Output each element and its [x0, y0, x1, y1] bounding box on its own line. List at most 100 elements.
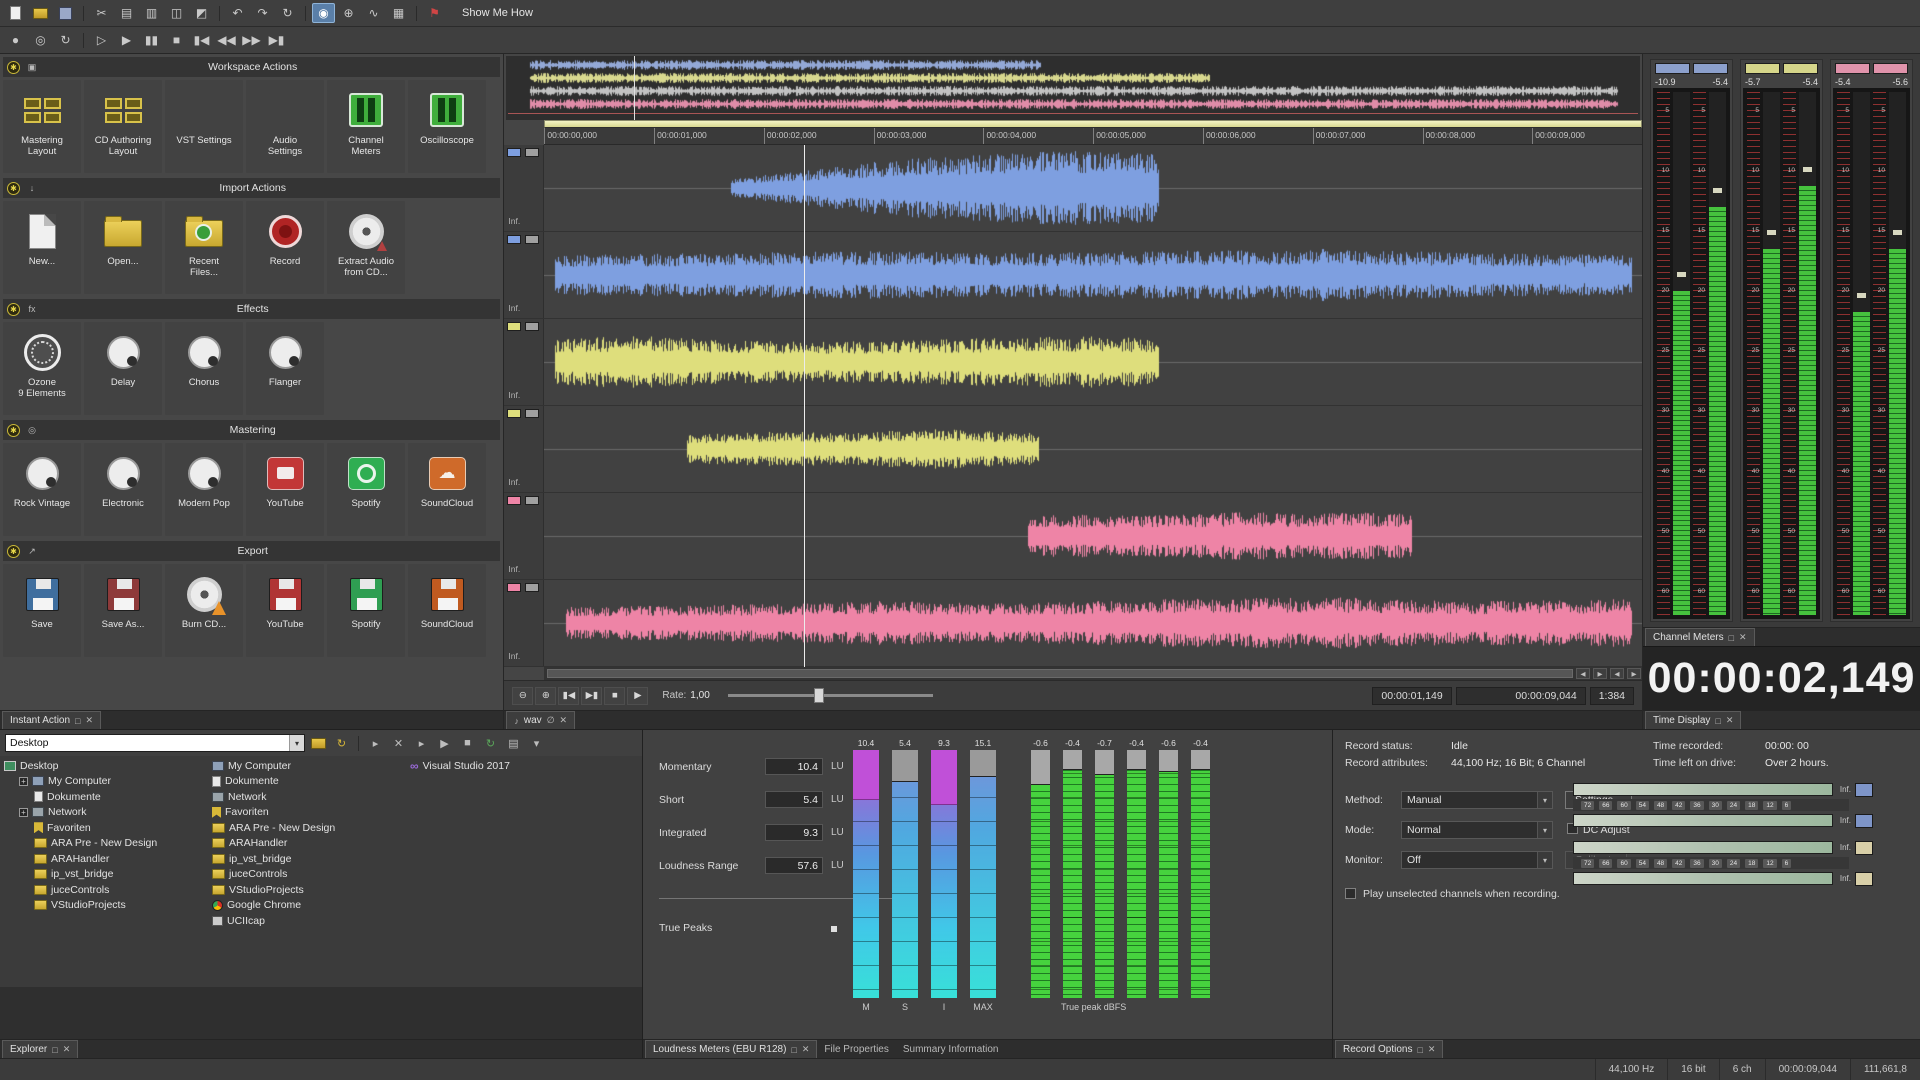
- action-tile[interactable]: CD Authoring Layout: [84, 80, 162, 173]
- go-to-start-button[interactable]: ▮◀: [190, 30, 213, 50]
- method-select[interactable]: Manual ▾: [1401, 791, 1553, 809]
- mode-select[interactable]: Normal ▾: [1401, 821, 1553, 839]
- track-button-a[interactable]: [507, 583, 521, 592]
- section-header-4[interactable]: ✱↗Export: [3, 541, 500, 561]
- list-item[interactable]: Google Chrome: [212, 898, 408, 914]
- tab-file-properties[interactable]: File Properties: [817, 1040, 895, 1058]
- trim-icon[interactable]: ◫: [165, 3, 188, 23]
- float-window-icon[interactable]: □: [1417, 1045, 1422, 1055]
- close-icon[interactable]: ✕: [802, 1044, 810, 1055]
- loop-region-bar[interactable]: [544, 120, 1642, 129]
- track-2[interactable]: Inf.: [504, 232, 1642, 319]
- action-tile[interactable]: Oscilloscope: [408, 80, 486, 173]
- action-tile[interactable]: SoundCloud: [408, 564, 486, 657]
- play-all-button[interactable]: ▷: [90, 30, 113, 50]
- save-icon[interactable]: [54, 3, 77, 23]
- track-waveform[interactable]: [544, 580, 1642, 666]
- redo-icon[interactable]: ↷: [251, 3, 274, 23]
- close-icon[interactable]: ✕: [85, 715, 93, 726]
- pin-icon[interactable]: ✱: [7, 545, 20, 558]
- pin-icon[interactable]: ✱: [7, 303, 20, 316]
- track-button-b[interactable]: [525, 322, 539, 331]
- list-item[interactable]: VStudioProjects: [212, 882, 408, 898]
- action-tile[interactable]: New...: [3, 201, 81, 294]
- close-icon[interactable]: ✕: [63, 1044, 71, 1055]
- address-bar[interactable]: ▾: [5, 734, 305, 752]
- spectrum-icon[interactable]: ∿: [362, 3, 385, 23]
- track-button-b[interactable]: [525, 148, 539, 157]
- action-tile[interactable]: Save: [3, 564, 81, 657]
- end-time-field[interactable]: 00:00:09,044: [1456, 687, 1586, 705]
- track-button-b[interactable]: [525, 496, 539, 505]
- track-button-b[interactable]: [525, 409, 539, 418]
- track-button-b[interactable]: [525, 583, 539, 592]
- list-item[interactable]: ∞Visual Studio 2017: [410, 758, 600, 774]
- extract-regions-icon[interactable]: ▸: [365, 734, 386, 753]
- tree-item[interactable]: ip_vst_bridge: [0, 867, 205, 883]
- tree-item[interactable]: +My Computer: [0, 774, 205, 790]
- meter-channel-button[interactable]: [1693, 63, 1728, 74]
- action-tile[interactable]: Audio Settings: [246, 80, 324, 173]
- list-item[interactable]: Dokumente: [212, 774, 408, 790]
- float-window-icon[interactable]: □: [1715, 716, 1720, 726]
- magnify-icon[interactable]: ⊕: [337, 3, 360, 23]
- new-file-icon[interactable]: [4, 3, 27, 23]
- track-button-a[interactable]: [507, 322, 521, 331]
- pin-icon[interactable]: ✱: [7, 61, 20, 74]
- track-button-a[interactable]: [507, 235, 521, 244]
- expander-icon[interactable]: +: [19, 777, 28, 786]
- track-waveform[interactable]: [544, 145, 1642, 231]
- meter-channel-button[interactable]: [1873, 63, 1908, 74]
- address-input[interactable]: [6, 737, 289, 749]
- tree-item[interactable]: ARAHandler: [0, 851, 205, 867]
- list-item[interactable]: ip_vst_bridge: [212, 851, 408, 867]
- scroll-left-icon[interactable]: ◀: [1576, 668, 1590, 679]
- action-tile[interactable]: Burn CD...: [165, 564, 243, 657]
- mix-icon[interactable]: ◩: [190, 3, 213, 23]
- action-tile[interactable]: Spotify: [327, 443, 405, 536]
- pin-icon[interactable]: ✱: [7, 182, 20, 195]
- track-waveform[interactable]: [544, 319, 1642, 405]
- list-item[interactable]: UCIIcap: [212, 913, 408, 929]
- action-tile[interactable]: YouTube: [246, 564, 324, 657]
- show-me-how-label[interactable]: Show Me How: [462, 7, 533, 19]
- play-icon[interactable]: ▶: [627, 687, 648, 705]
- action-tile[interactable]: Delay: [84, 322, 162, 415]
- section-header-0[interactable]: ✱▣Workspace Actions: [3, 57, 500, 77]
- track-4[interactable]: Inf.: [504, 406, 1642, 493]
- meter-channel-button[interactable]: [1835, 63, 1870, 74]
- action-tile[interactable]: Chorus: [165, 322, 243, 415]
- close-icon[interactable]: ✕: [560, 715, 568, 726]
- tree-item[interactable]: Favoriten: [0, 820, 205, 836]
- refresh-icon[interactable]: ↻: [331, 734, 352, 753]
- action-tile[interactable]: Channel Meters: [327, 80, 405, 173]
- tab-time-display[interactable]: Time Display □ ✕: [1645, 711, 1741, 729]
- action-tile[interactable]: Open...: [84, 201, 162, 294]
- track-button-a[interactable]: [507, 409, 521, 418]
- meter-channel-button[interactable]: [1783, 63, 1818, 74]
- pause-button[interactable]: ▮▮: [140, 30, 163, 50]
- loop-playback-button[interactable]: ◎: [29, 30, 52, 50]
- play-unselected-checkbox[interactable]: [1345, 888, 1356, 899]
- paste-icon[interactable]: ▥: [140, 3, 163, 23]
- extract-icon[interactable]: ▸: [411, 734, 432, 753]
- list-item[interactable]: ARAHandler: [212, 836, 408, 852]
- record-meter-button-4[interactable]: [1855, 872, 1873, 886]
- action-tile[interactable]: Mastering Layout: [3, 80, 81, 173]
- list-item[interactable]: ARA Pre - New Design: [212, 820, 408, 836]
- float-window-icon[interactable]: □: [52, 1045, 57, 1055]
- tree-item[interactable]: +Network: [0, 805, 205, 821]
- tab-instant-action[interactable]: Instant Action □ ✕: [2, 711, 101, 729]
- go-to-start-icon[interactable]: ▮◀: [558, 687, 579, 705]
- section-header-2[interactable]: ✱fxEffects: [3, 299, 500, 319]
- time-ruler[interactable]: 00:00:00,00000:00:01,00000:00:02,00000:0…: [544, 128, 1642, 145]
- address-dropdown-icon[interactable]: ▾: [289, 735, 304, 751]
- action-tile[interactable]: Rock Vintage: [3, 443, 81, 536]
- undo-icon[interactable]: ↶: [226, 3, 249, 23]
- tab-explorer[interactable]: Explorer □ ✕: [2, 1040, 78, 1058]
- track-button-b[interactable]: [525, 235, 539, 244]
- folder-up-icon[interactable]: [308, 734, 329, 753]
- delete-icon[interactable]: ✕: [388, 734, 409, 753]
- action-tile[interactable]: Spotify: [327, 564, 405, 657]
- track-waveform[interactable]: [544, 493, 1642, 579]
